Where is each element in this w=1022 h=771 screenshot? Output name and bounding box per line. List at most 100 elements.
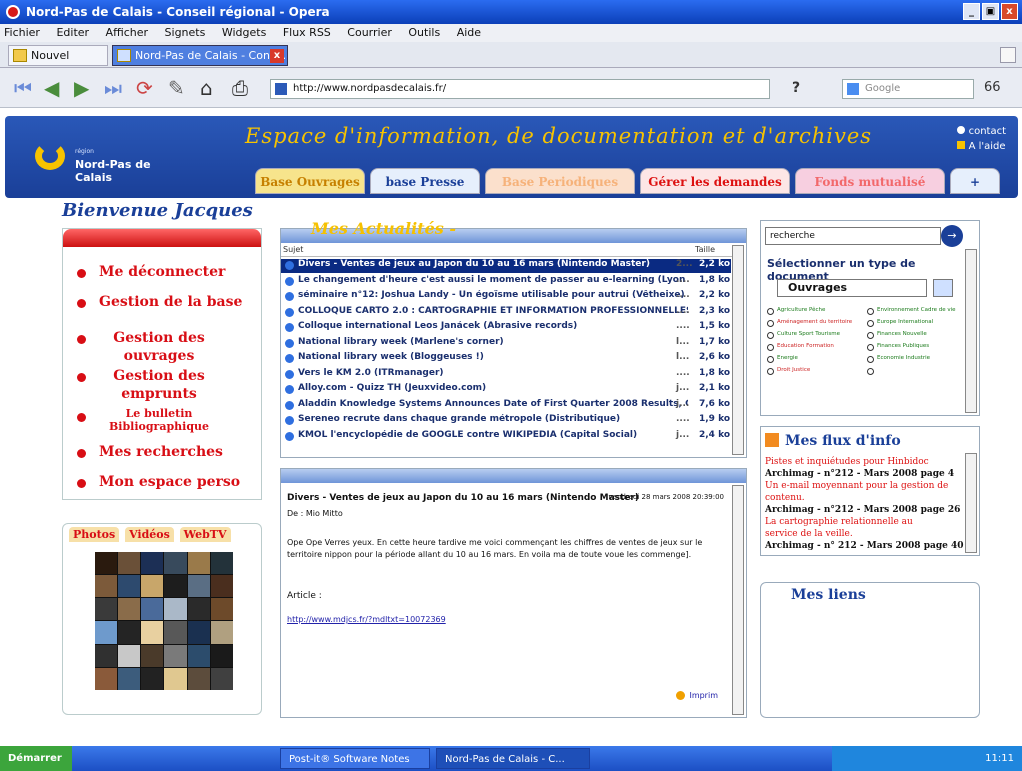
news-item[interactable]: Le changement d'heure c'est aussi le mom… [281, 275, 731, 289]
menu-outils[interactable]: Outils [408, 26, 440, 39]
flux-item[interactable]: La cartographie relationnelle au [765, 517, 913, 527]
news-item[interactable]: Colloque international Leos Janácek (Abr… [281, 321, 731, 335]
doc-category-item[interactable]: Economie Industrie [867, 355, 961, 363]
edit-icon[interactable]: ✎ [168, 78, 185, 98]
back-icon[interactable]: ◀ [44, 78, 59, 98]
search-go-button[interactable]: → [941, 225, 963, 247]
doc-category-item[interactable]: Environnement Cadre de vie [867, 307, 961, 315]
doc-category-item[interactable]: Agriculture Pêche [767, 307, 861, 315]
browser-tab-label: Nord-Pas de Calais - Cons... [135, 49, 287, 62]
help-link[interactable]: A l'aide [956, 141, 1006, 152]
browser-tab-active[interactable]: Nord-Pas de Calais - Cons... x [112, 45, 288, 66]
reader-scrollbar[interactable] [732, 485, 744, 715]
region-logo[interactable]: région Nord-Pas de Calais [25, 128, 155, 192]
col-size[interactable]: Taille [695, 245, 715, 254]
tab-fonds-mutualise[interactable]: Fonds mutualisé [795, 168, 945, 194]
tab-gerer-demandes[interactable]: Gérer les demandes [640, 168, 790, 194]
news-scrollbar[interactable] [732, 245, 744, 455]
tab-base-presse[interactable]: base Presse [370, 168, 480, 194]
doc-type-select[interactable]: Ouvrages [777, 279, 927, 297]
menu-widgets[interactable]: Widgets [222, 26, 266, 39]
news-item[interactable]: KMOL l'encyclopédie de GOOGLE contre WIK… [281, 430, 731, 444]
contact-link[interactable]: contact [956, 126, 1006, 137]
doc-scrollbar[interactable] [965, 249, 977, 413]
flux-item[interactable]: Archimag - n°212 - Mars 2008 page 26 [765, 505, 960, 515]
doc-category-item[interactable]: Finances Nouvelle [867, 331, 961, 339]
help-button[interactable]: ? [792, 80, 800, 96]
contact-icon [956, 126, 965, 134]
tab-base-ouvrages[interactable]: Base Ouvrages [255, 168, 365, 194]
doc-category-item[interactable]: Finances Publiques [867, 343, 961, 351]
taskbar-item-opera[interactable]: Nord-Pas de Calais - C... [436, 748, 590, 769]
flux-item[interactable]: Archimag - n° 212 - Mars 2008 page 40 [765, 541, 964, 551]
address-bar[interactable]: http://www.nordpasdecalais.fr/ [270, 79, 770, 99]
doc-category-item[interactable]: Education Formation [767, 343, 861, 351]
doc-category-item[interactable]: Europe International [867, 319, 961, 327]
close-button[interactable]: x [1001, 3, 1018, 20]
doc-category-item[interactable] [867, 367, 961, 375]
tab-videos[interactable]: Vidéos [125, 527, 174, 542]
news-item[interactable]: Sereneo recrute dans chaque grande métro… [281, 414, 731, 428]
menu-editer[interactable]: Editer [56, 26, 89, 39]
news-item[interactable]: Vers le KM 2.0 (ITRmanager).... 1,8 ko [281, 368, 731, 382]
maximize-button[interactable]: ▣ [982, 3, 999, 20]
tab-photos[interactable]: Photos [69, 527, 120, 542]
menu-fichier[interactable]: Fichier [4, 26, 40, 39]
fast-forward-icon[interactable]: ⏭ [104, 78, 122, 98]
col-subject[interactable]: Sujet [283, 245, 303, 254]
news-item-title: Le changement d'heure c'est aussi le mom… [298, 274, 688, 285]
photo-mosaic[interactable] [95, 552, 233, 690]
reader-header-bar [281, 469, 746, 483]
menu-signets[interactable]: Signets [165, 26, 206, 39]
zoom-level[interactable]: 66 [984, 80, 1001, 95]
home-icon[interactable]: ⌂ [200, 78, 213, 98]
news-item[interactable]: Aladdin Knowledge Systems Announces Date… [281, 399, 731, 413]
search-field[interactable]: Google [842, 79, 974, 99]
chevron-down-icon[interactable] [933, 279, 953, 297]
media-box: Photos Vidéos WebTV [62, 523, 262, 715]
menu-courrier[interactable]: Courrier [347, 26, 392, 39]
minimize-button[interactable]: _ [963, 3, 980, 20]
close-tab-icon[interactable]: x [270, 49, 284, 63]
forward-icon[interactable]: ▶ [74, 78, 89, 98]
news-column-headers: Sujet Taille [281, 245, 733, 257]
flux-item[interactable]: contenu. [765, 493, 805, 503]
flux-item[interactable]: Pistes et inquiétudes pour Hinbidoc [765, 457, 929, 467]
menu-afficher[interactable]: Afficher [106, 26, 148, 39]
menu-aide[interactable]: Aide [457, 26, 481, 39]
rewind-icon[interactable]: ⏮ [14, 78, 32, 98]
article-link[interactable]: http://www.mdjcs.fr/?mdltxt=10072369 [287, 615, 446, 624]
news-item[interactable]: séminaire n°12: Joshua Landy - Un égoïsm… [281, 290, 731, 304]
flux-item[interactable]: Un e-mail moyennant pour la gestion de [765, 481, 948, 491]
news-item[interactable]: COLLOQUE CARTO 2.0 : CARTOGRAPHIE ET INF… [281, 306, 731, 320]
flux-scrollbar[interactable] [965, 453, 977, 553]
reload-icon[interactable]: ⟳ [136, 78, 153, 98]
print-link[interactable]: Imprim [676, 691, 718, 700]
doc-category-item[interactable]: Energie [767, 355, 861, 363]
flux-item[interactable]: Archimag - n°212 - Mars 2008 page 4 [765, 469, 954, 479]
tab-add[interactable]: + [950, 168, 1000, 194]
print-icon[interactable]: ⎙ [232, 78, 248, 98]
news-item-flag: j... [676, 398, 690, 409]
start-button[interactable]: Démarrer [0, 746, 72, 771]
flux-item[interactable]: service de la veille. [765, 529, 853, 539]
news-item[interactable]: National library week (Marlene's corner)… [281, 337, 731, 351]
news-item[interactable]: Alloy.com - Quizz TH (Jeuxvideo.com) j...… [281, 383, 731, 397]
feed-icon [285, 400, 294, 410]
tab-base-periodiques[interactable]: Base Periodiques [485, 168, 635, 194]
browser-tab-new[interactable]: Nouvel onglet [8, 45, 108, 82]
doc-category-item[interactable]: Culture Sport Tourisme [767, 331, 861, 339]
taskbar-item-postit[interactable]: Post-it® Software Notes [280, 748, 430, 769]
news-item[interactable]: National library week (Bloggeuses !) l...… [281, 352, 731, 366]
news-item-flag: l... [676, 336, 690, 347]
menu-flux-rss[interactable]: Flux RSS [283, 26, 331, 39]
trash-icon[interactable] [1000, 47, 1016, 63]
tab-webtv[interactable]: WebTV [179, 527, 231, 542]
logo-label: Nord-Pas de Calais [75, 158, 151, 184]
doc-category-item[interactable]: Droit Justice [767, 367, 861, 375]
news-item[interactable]: Divers - Ventes de jeux au Japon du 10 a… [281, 259, 731, 273]
doc-search-input[interactable]: recherche [765, 227, 941, 245]
feed-icon [285, 261, 294, 270]
doc-category-item[interactable]: Aménagement du territoire [767, 319, 861, 327]
logo-heart-icon [35, 142, 65, 170]
